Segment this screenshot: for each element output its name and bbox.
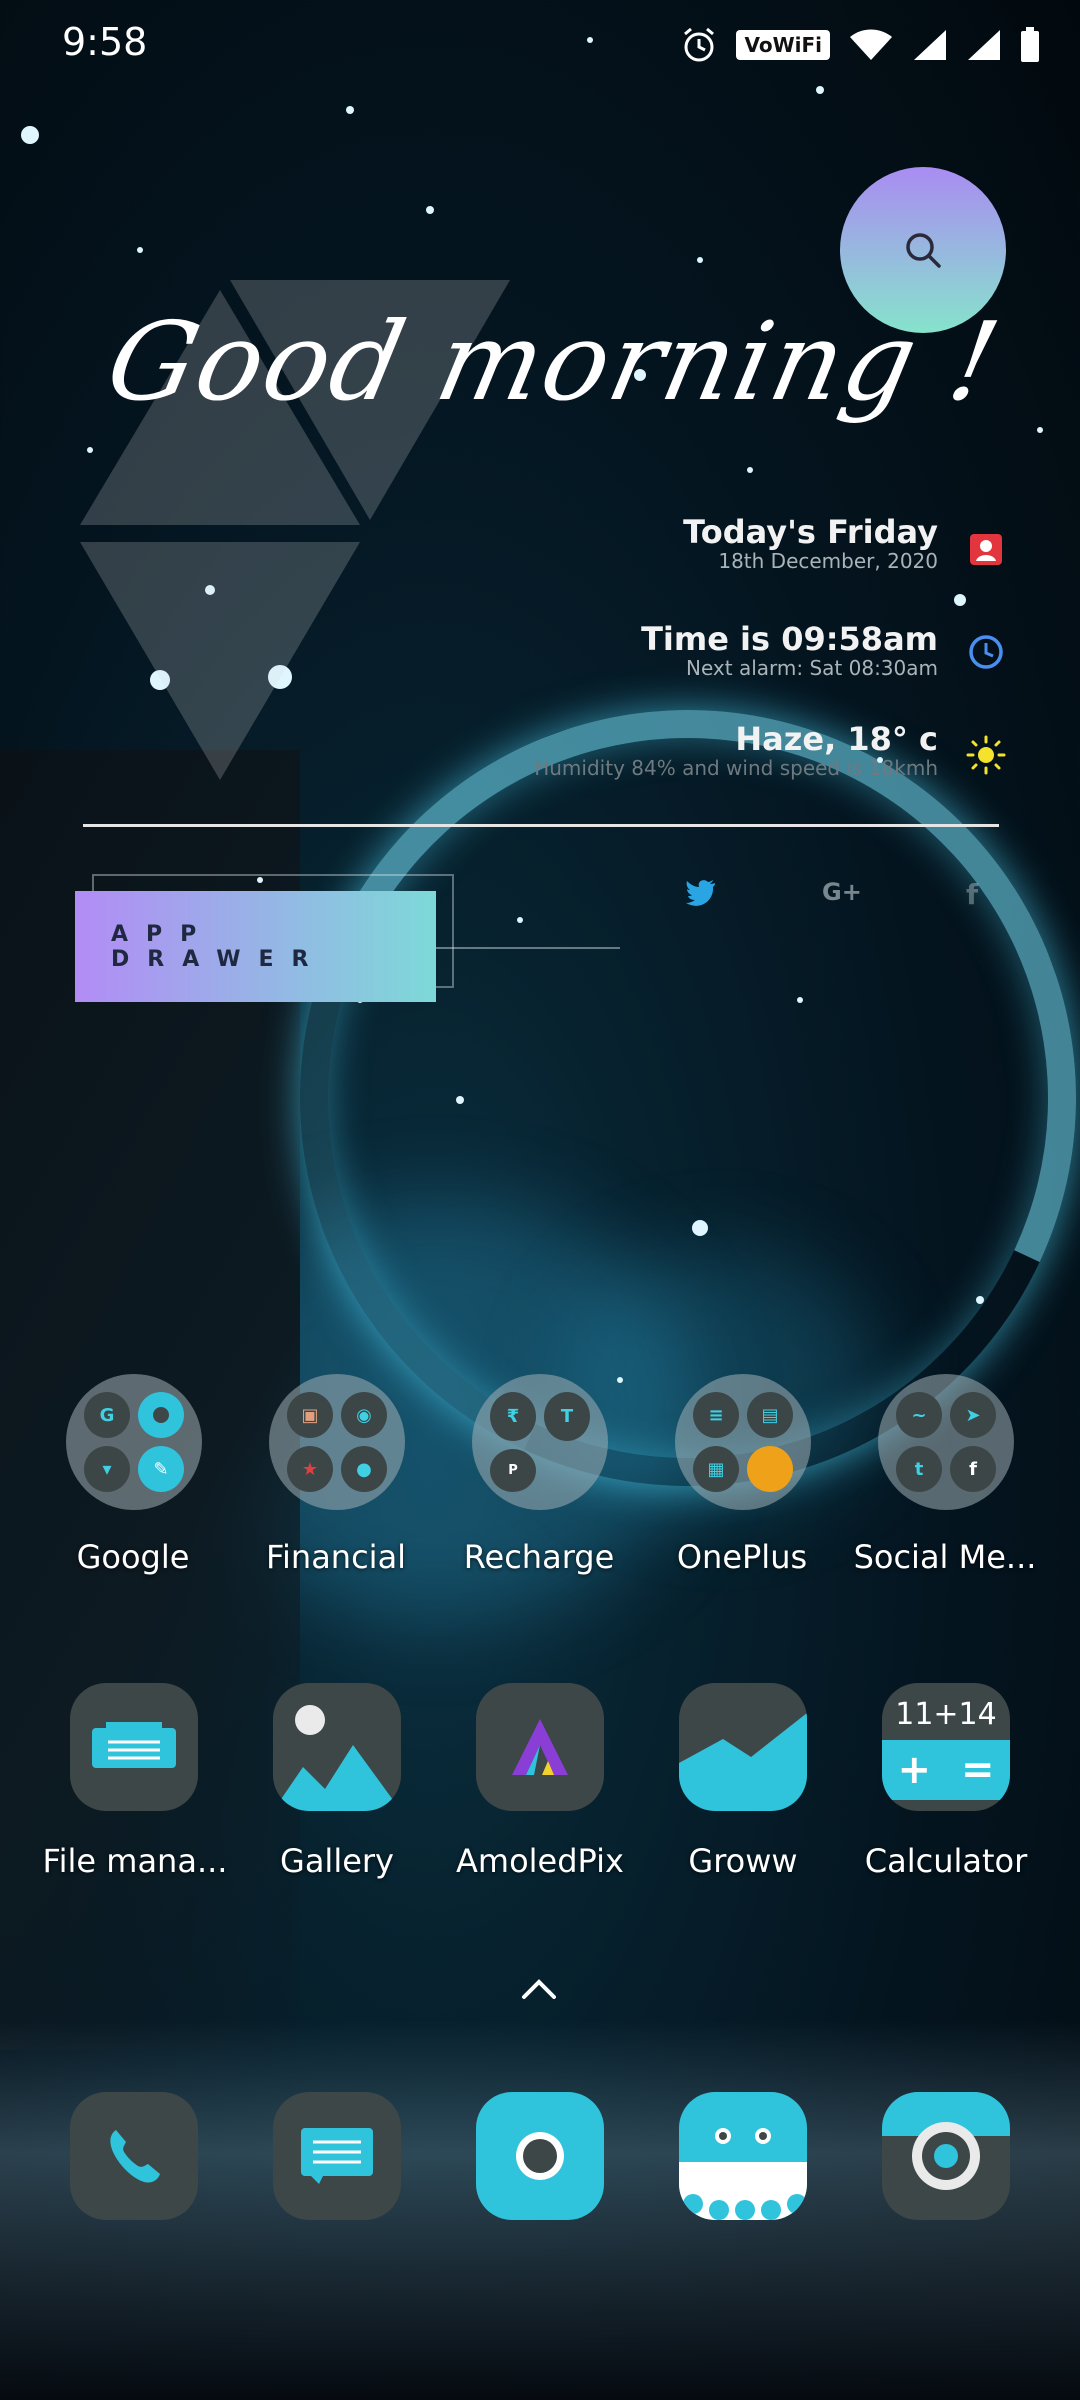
calendar-icon[interactable] (966, 529, 1006, 569)
lens-app-icon (138, 1392, 184, 1438)
facebook-link[interactable]: f (966, 878, 978, 911)
rupee-app-icon: ● (341, 1446, 387, 1492)
clock-icon[interactable] (966, 632, 1006, 672)
amoledpix-icon (512, 1719, 568, 1775)
amoledpix-app[interactable] (476, 1683, 604, 1811)
gallery-icon (273, 1705, 401, 1811)
facebook-app-icon: f (950, 1446, 996, 1492)
signal-icon (914, 30, 946, 60)
status-time: 9:58 (62, 20, 148, 64)
maps-app-icon: ▾ (84, 1446, 130, 1492)
time-sub: Next alarm: Sat 08:30am (686, 656, 938, 680)
status-bar: 9:58 VoWiFi (0, 0, 1080, 90)
alarm-icon (684, 27, 715, 62)
google-plus-link[interactable]: G+ (822, 878, 862, 906)
paytm-app-icon: P (490, 1449, 536, 1492)
phone-icon (110, 2130, 160, 2183)
rupee-pay-icon: ₹ (490, 1392, 536, 1441)
folder-oneplus-label: OnePlus (676, 1538, 808, 1576)
calculator-label: Calculator (864, 1842, 1028, 1880)
bob-app-icon: ★ (287, 1446, 333, 1492)
app-drawer-label: APP DRAWER (111, 921, 327, 972)
folder-financial-label: Financial (265, 1538, 407, 1576)
file-manager-app[interactable] (70, 1683, 198, 1811)
settings-app-icon: ≡ (693, 1392, 739, 1438)
camera-lens-app[interactable] (882, 2092, 1010, 2220)
android-icon (679, 2128, 807, 2220)
date-sub: 18th December, 2020 (718, 549, 938, 573)
folder-social[interactable]: ~ ➤ t f (878, 1374, 1014, 1510)
orange-app-icon (747, 1446, 793, 1492)
gallery-app[interactable] (273, 1683, 401, 1811)
greeting-text: Good morning ! (96, 300, 1011, 425)
time-widget[interactable]: Time is 09:58am Next alarm: Sat 08:30am (641, 620, 938, 680)
messages-icon (301, 2128, 373, 2184)
gallery-label: Gallery (280, 1842, 394, 1880)
telegram-app-icon: ➤ (950, 1392, 996, 1438)
sun-icon[interactable] (966, 735, 1006, 775)
camera-shutter-icon (516, 2132, 564, 2180)
twitter-app-icon: t (896, 1446, 942, 1492)
empty-slot (544, 1449, 590, 1492)
weather-main: Haze, 18° c (735, 720, 938, 758)
t-app-icon: T (544, 1392, 590, 1441)
groww-app[interactable] (679, 1683, 807, 1811)
calculator-display: 11+14 (895, 1697, 997, 1732)
amoledpix-label: AmoledPix (456, 1842, 624, 1880)
file-manager-label: File mana... (42, 1842, 228, 1880)
camera-lens-icon (882, 2092, 1010, 2190)
finance-app-icon: ◉ (341, 1392, 387, 1438)
date-widget[interactable]: Today's Friday 18th December, 2020 (683, 513, 938, 573)
folder-recharge-label: Recharge (463, 1538, 615, 1576)
app-drawer-button[interactable]: APP DRAWER (75, 891, 436, 1002)
folder-google-label: Google (76, 1538, 190, 1576)
wifi-icon (850, 29, 892, 60)
phone-app[interactable] (70, 2092, 198, 2220)
chevron-up-icon[interactable] (521, 1977, 557, 2001)
calculator-keys-icon: + = (882, 1740, 1010, 1800)
vowifi-badge: VoWiFi (736, 30, 830, 60)
weather-sub: Humidity 84% and wind speed is 18kmh (534, 756, 938, 780)
camera-app[interactable] (476, 2092, 604, 2220)
file-manager-icon (92, 1722, 176, 1768)
folder-google[interactable]: G ▾ ✎ (66, 1374, 202, 1510)
divider-line (83, 824, 999, 827)
signal-icon-2 (968, 30, 1000, 60)
date-main: Today's Friday (683, 513, 938, 551)
calculator-app[interactable]: 11+14 + = (882, 1683, 1010, 1811)
draw-app-icon: ✎ (138, 1446, 184, 1492)
groww-icon (679, 1713, 807, 1811)
google-app-icon: G (84, 1392, 130, 1438)
folder-recharge[interactable]: ₹ T P (472, 1374, 608, 1510)
weather-widget[interactable]: Haze, 18° c Humidity 84% and wind speed … (534, 720, 938, 780)
notes-app-icon: ▤ (747, 1392, 793, 1438)
switch-app-icon: ▦ (693, 1446, 739, 1492)
battery-icon (1021, 27, 1039, 62)
time-main: Time is 09:58am (641, 620, 938, 658)
folder-financial[interactable]: ▣ ◉ ★ ● (269, 1374, 405, 1510)
twitter-icon[interactable] (686, 880, 716, 906)
groww-label: Groww (688, 1842, 798, 1880)
messenger-app-icon: ~ (896, 1392, 942, 1438)
messages-app[interactable] (273, 2092, 401, 2220)
search-icon (906, 233, 941, 268)
bank-app-icon: ▣ (287, 1392, 333, 1438)
folder-oneplus[interactable]: ≡ ▤ ▦ (675, 1374, 811, 1510)
android-app[interactable] (679, 2092, 807, 2220)
folder-social-label: Social Me... (853, 1538, 1037, 1576)
